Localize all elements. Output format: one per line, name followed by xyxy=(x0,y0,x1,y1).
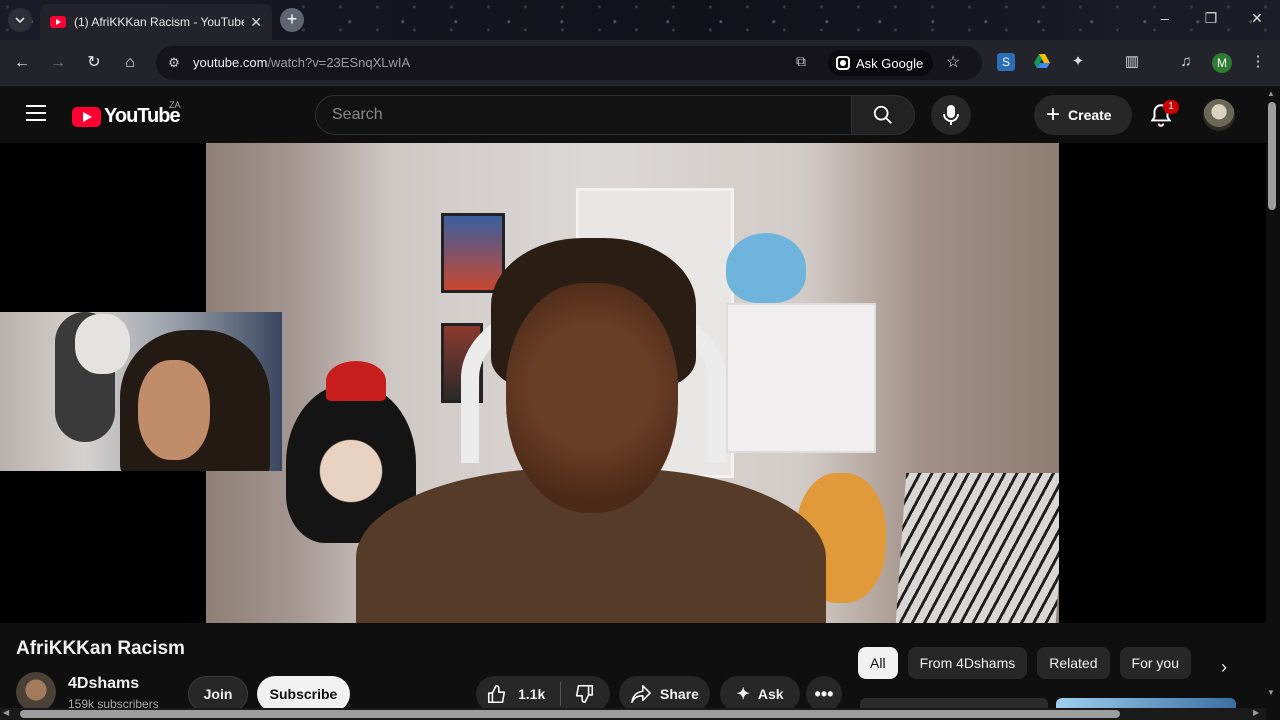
ask-label: Ask xyxy=(757,686,784,702)
star-icon[interactable]: ☆ xyxy=(946,52,960,72)
chip-from-channel[interactable]: From 4Dshams xyxy=(907,647,1028,679)
create-label: Create xyxy=(1068,107,1112,123)
ask-google-button[interactable]: Ask Google xyxy=(828,50,934,76)
channel-name[interactable]: 4Dshams xyxy=(68,675,139,693)
scroll-right-arrow-icon[interactable]: ▶ xyxy=(1253,708,1259,717)
country-code: ZA xyxy=(169,100,181,110)
join-button[interactable]: Join xyxy=(188,676,248,712)
recommended-thumbnail[interactable] xyxy=(860,698,1048,708)
notification-badge: 1 xyxy=(1163,100,1179,114)
webcam-scene-face xyxy=(138,360,210,460)
video-scene-plush xyxy=(726,233,806,303)
tab-close-icon[interactable]: ✕ xyxy=(250,14,262,31)
reload-icon[interactable]: ↻ xyxy=(84,53,104,73)
create-button[interactable]: + Create xyxy=(1034,95,1132,135)
ask-button[interactable]: ✦ Ask xyxy=(720,676,800,712)
more-actions-button[interactable]: ••• xyxy=(806,676,842,712)
webcam-overlay xyxy=(0,312,282,471)
search-icon xyxy=(873,105,892,124)
browser-toolbar: ← → ↻ ⌂ ⚙ youtube.com/watch?v=23ESnqXLwI… xyxy=(0,40,1280,86)
video-scene-cage xyxy=(895,473,1059,623)
sparkle-icon: ✦ xyxy=(736,686,750,703)
share-arrow-icon xyxy=(631,685,651,703)
minimize-button[interactable]: – xyxy=(1155,10,1175,26)
recommendation-chips: All From 4Dshams Related For you xyxy=(858,647,1191,679)
plus-icon: + xyxy=(1046,101,1061,128)
browser-tab-active[interactable]: (1) AfriKKKan Racism - YouTube ✕ xyxy=(40,4,272,40)
like-count[interactable]: 1.1k xyxy=(518,686,545,702)
tab-search-button[interactable] xyxy=(8,8,32,32)
restore-button[interactable]: ❐ xyxy=(1201,10,1221,27)
chevron-down-icon xyxy=(15,17,25,23)
forward-icon[interactable]: → xyxy=(48,53,68,73)
channel-avatar[interactable] xyxy=(16,672,56,712)
horizontal-scrollbar[interactable]: ◀ ▶ xyxy=(0,708,1266,720)
scroll-down-arrow-icon[interactable]: ▼ xyxy=(1267,688,1275,697)
drive-icon[interactable] xyxy=(1033,53,1051,71)
hamburger-menu-icon[interactable] xyxy=(26,105,46,121)
youtube-favicon-icon xyxy=(50,16,66,28)
chip-related[interactable]: Related xyxy=(1037,647,1110,679)
video-scene-poster xyxy=(441,213,505,293)
scroll-left-arrow-icon[interactable]: ◀ xyxy=(3,708,9,717)
media-controls-icon[interactable]: ♫ xyxy=(1177,53,1195,71)
subscribe-button[interactable]: Subscribe xyxy=(257,676,350,712)
url-text[interactable]: youtube.com/watch?v=23ESnqXLwIA xyxy=(193,55,410,70)
scroll-up-arrow-icon[interactable]: ▲ xyxy=(1267,89,1275,98)
video-scene-speaker-face xyxy=(506,283,678,513)
webcam-scene-mask xyxy=(75,314,130,374)
browser-tabstrip: (1) AfriKKKan Racism - YouTube ✕ + – ❐ ✕ xyxy=(0,0,1280,40)
video-scene-shelf xyxy=(726,303,876,453)
youtube-play-logo-icon xyxy=(72,106,101,127)
extensions-icon[interactable]: ✦ xyxy=(1069,53,1087,71)
site-info-icon[interactable]: ⚙ xyxy=(164,53,184,73)
youtube-masthead: YouTube ZA + Create 1 xyxy=(0,87,1266,143)
share-button[interactable]: Share xyxy=(619,676,710,712)
search-input[interactable] xyxy=(316,96,851,134)
search-field xyxy=(315,95,852,135)
video-player[interactable] xyxy=(0,143,1266,623)
back-icon[interactable]: ← xyxy=(12,53,32,73)
chip-for-you[interactable]: For you xyxy=(1119,647,1191,679)
new-tab-button[interactable]: + xyxy=(280,8,304,32)
drive-logo-icon xyxy=(1034,54,1050,68)
search-button[interactable] xyxy=(851,95,915,135)
like-dislike-group: 1.1k xyxy=(476,676,610,712)
sidebar-icon[interactable]: ▥ xyxy=(1123,53,1141,71)
like-divider xyxy=(560,682,562,706)
tab-title: (1) AfriKKKan Racism - YouTube xyxy=(74,15,245,29)
chevron-right-icon[interactable]: › xyxy=(1212,655,1236,679)
user-avatar[interactable] xyxy=(1203,99,1235,131)
video-frame[interactable] xyxy=(206,143,1059,623)
share-label: Share xyxy=(660,686,699,702)
close-window-button[interactable]: ✕ xyxy=(1247,10,1267,27)
thumbs-up-icon[interactable] xyxy=(486,683,508,705)
google-lens-icon xyxy=(836,56,850,70)
microphone-icon xyxy=(943,105,959,125)
video-scene-santa-hat xyxy=(326,361,386,401)
address-bar[interactable]: ⚙ youtube.com/watch?v=23ESnqXLwIA ⧉ Ask … xyxy=(156,46,982,80)
video-title: AfriKKKan Racism xyxy=(16,638,185,659)
menu-icon[interactable]: ⋮ xyxy=(1249,53,1267,71)
extension-s-icon[interactable]: S xyxy=(997,53,1015,71)
ask-google-label: Ask Google xyxy=(856,55,924,71)
voice-search-button[interactable] xyxy=(931,95,971,135)
recommended-thumbnail[interactable] xyxy=(1056,698,1236,708)
youtube-logo[interactable]: YouTube xyxy=(72,105,181,128)
install-app-icon[interactable]: ⧉ xyxy=(796,53,806,70)
vertical-scrollbar-thumb[interactable] xyxy=(1268,102,1276,210)
horizontal-scrollbar-thumb[interactable] xyxy=(20,710,1120,718)
chip-all[interactable]: All xyxy=(858,647,898,679)
home-icon[interactable]: ⌂ xyxy=(120,53,140,73)
browser-profile-avatar[interactable]: M xyxy=(1212,53,1232,73)
thumbs-down-icon[interactable] xyxy=(573,683,595,705)
